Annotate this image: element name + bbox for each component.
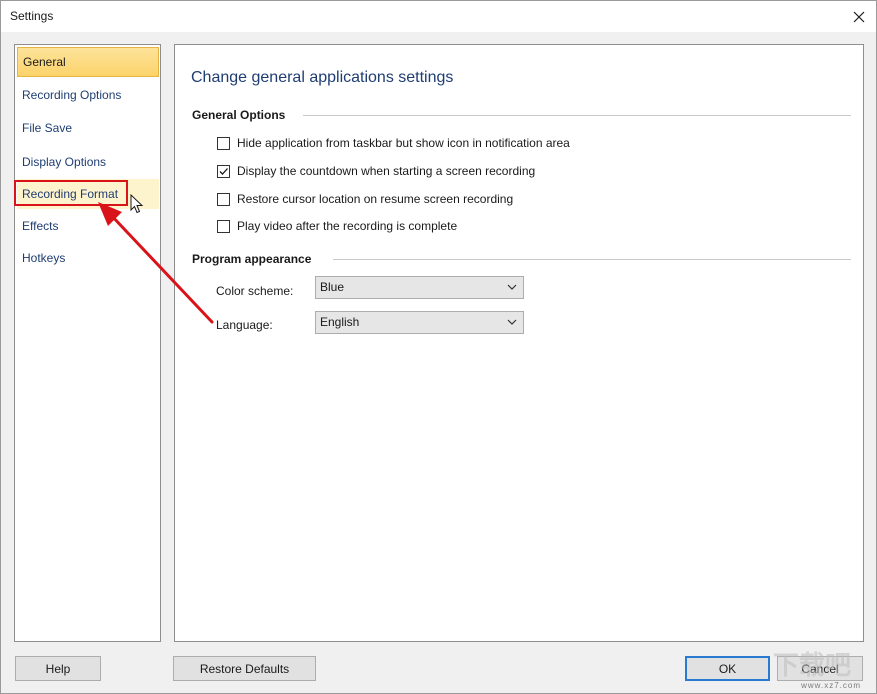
settings-window: Settings General Recording Options File … [0,0,877,694]
checkmark-icon [219,167,228,175]
nav-item-file-save[interactable]: File Save [17,113,159,143]
title-bar: Settings [1,1,876,32]
program-appearance-header: Program appearance [192,252,312,266]
restore-defaults-label: Restore Defaults [199,661,290,676]
option-label: Display the countdown when starting a sc… [237,164,536,178]
ok-button[interactable]: OK [685,656,770,681]
option-label: Hide application from taskbar but show i… [237,136,570,150]
section-divider [303,115,851,116]
color-scheme-label: Color scheme: [216,284,294,298]
nav-item-general[interactable]: General [17,47,159,77]
language-select[interactable]: English [315,311,524,334]
nav-item-recording-options[interactable]: Recording Options [17,80,159,110]
nav-item-display-options[interactable]: Display Options [17,147,159,177]
checkbox[interactable] [217,136,230,150]
cancel-button-label: Cancel [801,661,839,676]
option-hide-taskbar[interactable]: Hide application from taskbar but show i… [217,135,570,151]
nav-item-label: File Save [22,121,73,135]
close-button[interactable] [842,1,876,32]
nav-item-label: Hotkeys [22,251,66,265]
nav-item-recording-format[interactable]: Recording Format [17,179,159,209]
nav-item-label: General [23,55,66,69]
option-label: Restore cursor location on resume screen… [237,192,514,206]
option-display-countdown[interactable]: Display the countdown when starting a sc… [217,163,535,179]
nav-item-label: Recording Format [22,187,119,201]
nav-item-effects[interactable]: Effects [17,211,159,241]
window-title: Settings [10,9,54,23]
section-divider [333,259,851,260]
option-play-video[interactable]: Play video after the recording is comple… [217,218,457,234]
close-icon [853,11,865,22]
nav-item-label: Display Options [22,155,107,169]
help-button[interactable]: Help [15,656,101,681]
color-scheme-select[interactable]: Blue [315,276,524,299]
select-value: Blue [320,280,345,294]
settings-nav: General Recording Options File Save Disp… [14,44,161,642]
general-options-header: General Options [192,108,286,122]
language-label: Language: [216,318,273,332]
nav-item-hotkeys[interactable]: Hotkeys [17,243,159,273]
settings-content: Change general applications settings Gen… [174,44,864,642]
chevron-down-icon [507,284,517,290]
checkbox[interactable] [217,219,230,233]
ok-button-label: OK [718,661,737,676]
option-label: Play video after the recording is comple… [237,219,458,233]
nav-item-label: Effects [22,219,59,233]
help-button-label: Help [45,661,71,676]
checkbox[interactable] [217,164,230,178]
select-value: English [320,315,360,329]
checkbox[interactable] [217,192,230,206]
cancel-button[interactable]: Cancel [777,656,863,681]
restore-defaults-button[interactable]: Restore Defaults [173,656,316,681]
option-restore-cursor[interactable]: Restore cursor location on resume screen… [217,191,513,207]
nav-item-label: Recording Options [22,88,122,102]
page-title: Change general applications settings [191,69,454,86]
chevron-down-icon [507,319,517,325]
